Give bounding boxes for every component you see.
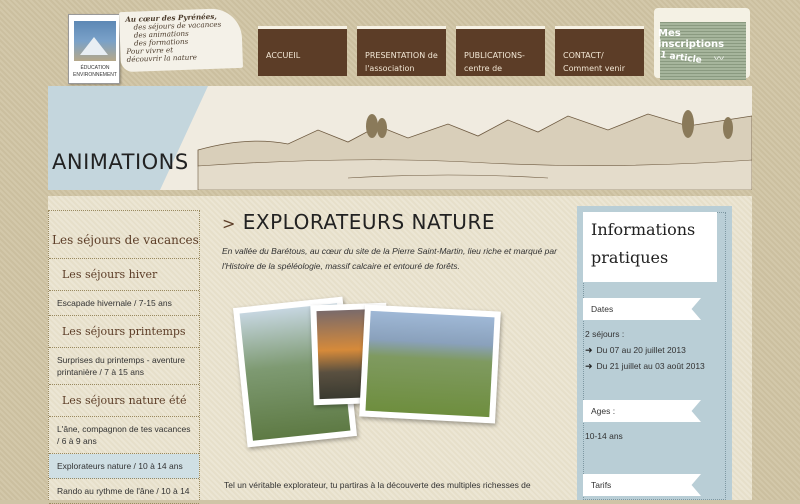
sidebar-section-ete[interactable]: Les séjours nature été [49, 385, 199, 417]
sidebar-section-hiver[interactable]: Les séjours hiver [49, 259, 199, 291]
sidebar-link[interactable]: Rando au rythme de l'âne / 10 à 14 [49, 479, 199, 504]
photo-mountains[interactable] [359, 304, 501, 424]
nav-label: PRESENTATION de [365, 51, 438, 60]
date-item: ➜ Du 07 au 20 juillet 2013 [585, 344, 686, 357]
date-item: ➜ Du 21 juillet au 03 août 2013 [585, 360, 705, 373]
dates-intro: 2 séjours : [585, 329, 625, 339]
site-tagline: Au cœur des Pyrénées, des séjours de vac… [118, 7, 244, 73]
bird-icon: 〰 [714, 54, 724, 65]
sidebar-link[interactable]: Escapade hivernale / 7-15 ans [49, 291, 199, 316]
cart-label: Mes inscriptions [658, 28, 725, 50]
nav-item-accueil[interactable]: ACCUEIL [258, 26, 347, 76]
arrow-right-icon: ➜ [585, 361, 593, 371]
cart-widget[interactable]: Mes inscriptions 1 article 〰 [654, 8, 750, 80]
nav-item-publications[interactable]: PUBLICATIONS- centre de [456, 26, 545, 76]
nav-label: ACCUEIL [266, 51, 301, 60]
photo-image [365, 310, 495, 418]
sidebar-heading[interactable]: Les séjours de vacances [49, 211, 199, 259]
tarifs-ribbon: Tarifs [583, 474, 701, 496]
sidebar-section-printemps[interactable]: Les séjours printemps [49, 316, 199, 348]
sidebar-link[interactable]: Surprises du printemps - aventure printa… [49, 348, 199, 385]
nav-item-presentation[interactable]: PRESENTATION de l'association [357, 26, 446, 76]
info-title-line1: Informations [591, 220, 696, 239]
mountain-landscape-illustration [197, 110, 752, 190]
nav-item-contact[interactable]: CONTACT/ Comment venir [555, 26, 644, 76]
site-logo[interactable]: ÉDUCATION ENVIRONNEMENT [68, 14, 120, 84]
sidebar: Les séjours de vacances Les séjours hive… [48, 210, 200, 504]
nav-label-line2: Comment venir [563, 64, 625, 73]
article-content: > EXPLORATEURS NATURE En vallée du Barét… [222, 210, 562, 500]
sidebar-link[interactable]: L'âne, compagnon de tes vacances / 6 à 9… [49, 417, 199, 454]
nav-label: PUBLICATIONS- [464, 51, 525, 60]
nav-label-line2: centre de [464, 64, 503, 73]
tagline-line: découvrir la nature [126, 52, 198, 64]
page-banner [48, 86, 752, 190]
article-intro: En vallée du Barétous, au cœur du site d… [222, 246, 557, 271]
info-panel: Informations pratiques Dates 2 séjours :… [577, 206, 732, 500]
sidebar-link-active[interactable]: Explorateurs nature / 10 à 14 ans [49, 454, 199, 479]
nav-label: CONTACT/ [563, 51, 604, 60]
ages-value: 10-14 ans [585, 431, 623, 441]
info-panel-title: Informations pratiques [583, 212, 717, 282]
logo-mountain-image [74, 21, 116, 61]
date-text: Du 07 au 20 juillet 2013 [596, 345, 686, 355]
photo-collage [232, 288, 524, 468]
article-title-text: EXPLORATEURS NATURE [242, 210, 495, 234]
page-title: ANIMATIONS [52, 150, 189, 174]
info-title-line2: pratiques [591, 248, 669, 267]
ages-ribbon: Ages : [583, 400, 701, 422]
dates-ribbon: Dates [583, 298, 701, 320]
date-text: Du 21 juillet au 03 août 2013 [596, 361, 705, 371]
article-body-text: Tel un véritable explorateur, tu partira… [224, 480, 531, 490]
logo-text: ÉDUCATION ENVIRONNEMENT [73, 65, 117, 78]
title-arrow-icon: > [222, 214, 236, 233]
arrow-right-icon: ➜ [585, 345, 593, 355]
article-title: > EXPLORATEURS NATURE [222, 210, 562, 234]
nav-label-line2: l'association [365, 64, 415, 73]
